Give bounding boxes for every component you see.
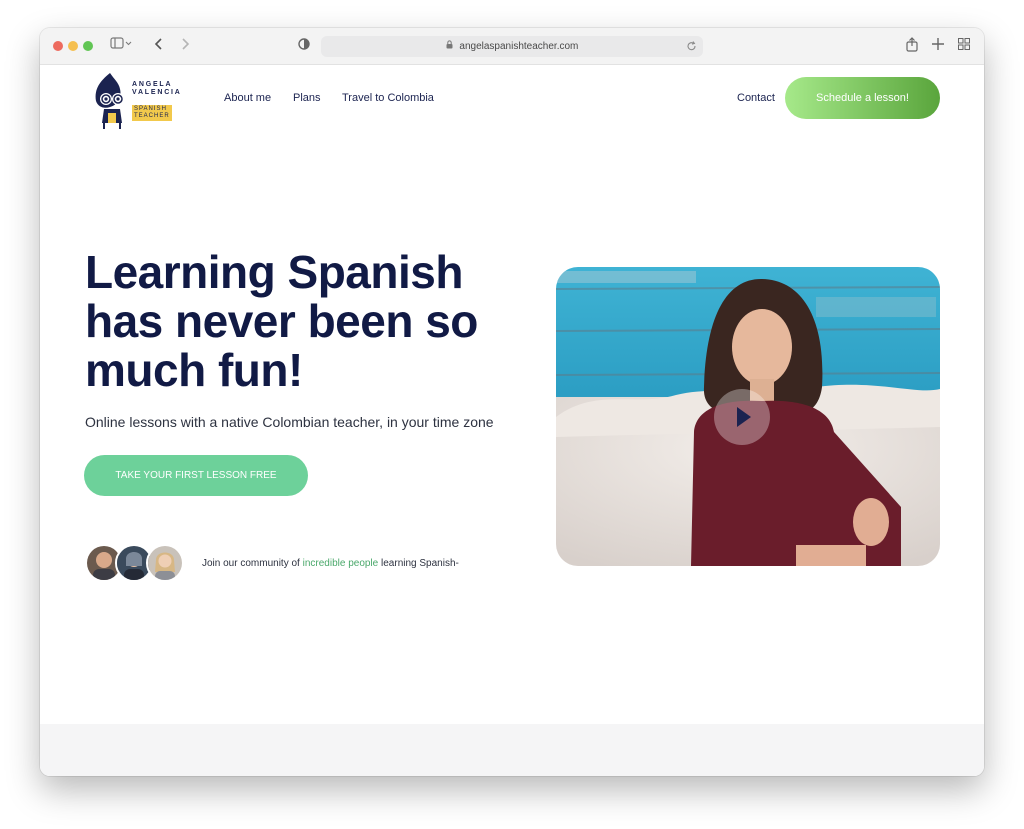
nav-link-travel-to-colombia[interactable]: Travel to Colombia: [342, 91, 434, 105]
community-highlight: incredible people: [302, 558, 379, 569]
free-lesson-button[interactable]: TAKE YOUR FIRST LESSON FREE: [84, 455, 308, 496]
privacy-shield-icon[interactable]: [298, 37, 310, 55]
forward-arrow-icon[interactable]: [180, 37, 190, 55]
browser-window: angelaspanishteacher.com ANGELA VALENCIA…: [40, 28, 984, 776]
tab-overview-icon[interactable]: [958, 37, 970, 55]
teacher-mascot-icon: [95, 73, 124, 129]
address-bar[interactable]: angelaspanishteacher.com: [321, 36, 703, 57]
url-text: angelaspanishteacher.com: [459, 41, 579, 53]
reload-icon[interactable]: [687, 36, 697, 65]
back-arrow-icon[interactable]: [154, 37, 164, 55]
nav-link-contact[interactable]: Contact: [737, 91, 775, 105]
nav-link-about-me[interactable]: About me: [224, 91, 271, 105]
community-text: Join our community of incredible people …: [202, 558, 459, 569]
new-tab-plus-icon[interactable]: [932, 37, 944, 55]
community-avatar: [146, 544, 184, 582]
schedule-lesson-button[interactable]: Schedule a lesson!: [785, 77, 940, 119]
zoom-window-button[interactable]: [83, 41, 93, 51]
teacher-photo: [556, 267, 940, 566]
next-section-strip: [40, 724, 984, 776]
sidebar-toggle-icon[interactable]: [110, 37, 132, 55]
hero-video[interactable]: [556, 267, 940, 566]
site-logo[interactable]: ANGELA VALENCIA SPANISH TEACHER: [92, 71, 182, 129]
nav-link-plans[interactable]: Plans: [293, 91, 321, 105]
web-page: ANGELA VALENCIA SPANISH TEACHER About me…: [40, 65, 984, 776]
minimize-window-button[interactable]: [68, 41, 78, 51]
hero-subtitle: Online lessons with a native Colombian t…: [85, 414, 494, 430]
browser-toolbar: angelaspanishteacher.com: [40, 28, 984, 65]
close-window-button[interactable]: [53, 41, 63, 51]
logo-tagline-badge: SPANISH TEACHER: [132, 105, 172, 121]
lock-icon: [446, 36, 453, 57]
hero-title: Learning Spanish has never been so much …: [85, 246, 478, 396]
logo-name-text: ANGELA VALENCIA: [132, 81, 182, 96]
share-icon[interactable]: [906, 37, 918, 56]
